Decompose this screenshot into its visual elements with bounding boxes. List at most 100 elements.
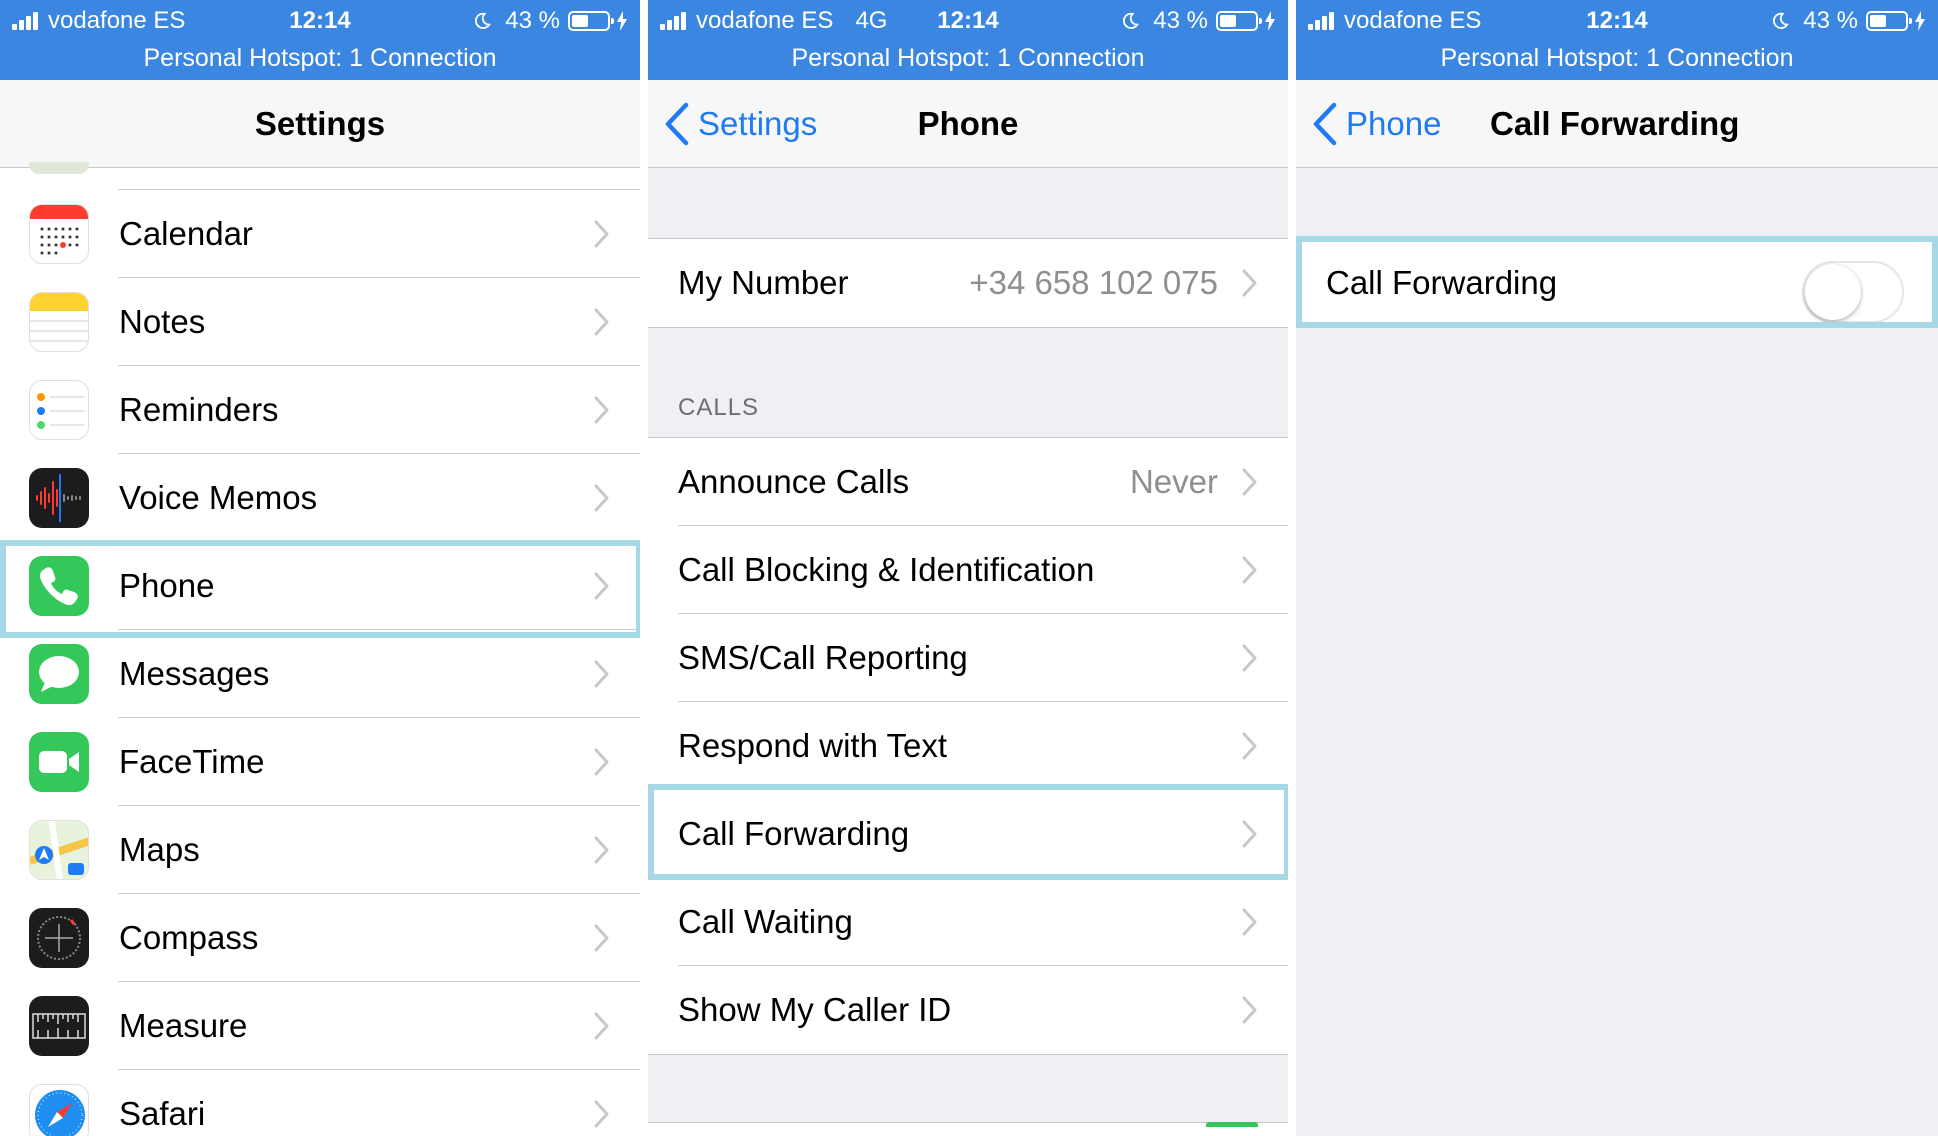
chevron-right-icon — [594, 484, 609, 512]
phone-item-label: Call Forwarding — [678, 815, 910, 852]
status-bar: vodafone ES 12:14 43 % Personal Hotspot:… — [1296, 0, 1938, 80]
phone-item-label: Call Waiting — [678, 903, 853, 940]
chevron-right-icon — [1242, 996, 1257, 1024]
settings-item-label: FaceTime — [119, 743, 265, 780]
chevron-right-icon — [1242, 556, 1257, 584]
settings-item-compass[interactable]: Compass — [0, 894, 640, 982]
phone-item-respond-with-text[interactable]: Respond with Text — [648, 702, 1288, 790]
battery-percent: 43 % — [1803, 7, 1858, 34]
nav-bar: Phone Settings — [648, 80, 1288, 168]
back-button[interactable]: Settings — [664, 80, 817, 168]
moon-icon — [1773, 12, 1790, 29]
phone-item-show-caller-id[interactable]: Show My Caller ID — [648, 966, 1288, 1054]
measure-icon — [29, 996, 89, 1056]
compass-icon — [29, 908, 89, 968]
chevron-right-icon — [594, 1100, 609, 1128]
notes-icon — [29, 292, 89, 352]
phone-item-call-blocking[interactable]: Call Blocking & Identification — [648, 526, 1288, 614]
hotspot-banner[interactable]: Personal Hotspot: 1 Connection — [648, 42, 1288, 74]
phone-item-announce-calls[interactable]: Announce Calls Never — [648, 438, 1288, 526]
chevron-left-icon — [665, 102, 689, 146]
chevron-right-icon — [594, 308, 609, 336]
settings-item-safari[interactable]: Safari — [0, 1070, 640, 1136]
charging-bolt-icon — [617, 11, 627, 31]
phone-item-label: SMS/Call Reporting — [678, 639, 968, 676]
hotspot-banner[interactable]: Personal Hotspot: 1 Connection — [1296, 42, 1938, 74]
partial-toggle — [1206, 1122, 1258, 1127]
call-forwarding-panel: vodafone ES 12:14 43 % Personal Hotspot:… — [1296, 0, 1938, 1136]
status-bar: vodafone ES 12:14 43 % Personal Hotspot:… — [0, 0, 640, 80]
toggle-knob — [1805, 264, 1861, 320]
battery-percent: 43 % — [505, 7, 560, 34]
battery-percent: 43 % — [1153, 7, 1208, 34]
battery-icon — [1866, 11, 1912, 31]
call-forwarding-row: Call Forwarding — [1296, 239, 1938, 327]
hotspot-banner[interactable]: Personal Hotspot: 1 Connection — [0, 42, 640, 74]
safari-icon — [29, 1084, 89, 1136]
moon-icon — [475, 12, 492, 29]
chevron-right-icon — [1242, 644, 1257, 672]
charging-bolt-icon — [1915, 11, 1925, 31]
settings-item-label: Notes — [119, 303, 206, 340]
page-title: Settings — [254, 105, 386, 142]
chevron-right-icon — [594, 220, 609, 248]
phone-item-label: Respond with Text — [678, 727, 948, 764]
settings-item-calendar[interactable]: Calendar — [0, 190, 640, 278]
my-number-row[interactable]: My Number +34 658 102 075 — [648, 239, 1288, 327]
chevron-right-icon — [1242, 820, 1257, 848]
chevron-right-icon — [594, 396, 609, 424]
settings-item-facetime[interactable]: FaceTime — [0, 718, 640, 806]
settings-item-maps[interactable]: Maps — [0, 806, 640, 894]
chevron-right-icon — [1242, 908, 1257, 936]
battery-icon — [568, 11, 614, 31]
settings-item-reminders[interactable]: Reminders — [0, 366, 640, 454]
chevron-right-icon — [594, 924, 609, 952]
settings-item-label: Phone — [119, 567, 215, 604]
phone-item-call-waiting[interactable]: Call Waiting — [648, 878, 1288, 966]
settings-item-label: Measure — [119, 1007, 248, 1044]
phone-item-label: Call Blocking & Identification — [678, 551, 1095, 588]
phone-item-sms-call-reporting[interactable]: SMS/Call Reporting — [648, 614, 1288, 702]
settings-list: Calendar Notes Reminders Voice Memos Pho… — [0, 190, 640, 1136]
settings-item-label: Messages — [119, 655, 270, 692]
status-right: 43 % — [1121, 6, 1276, 36]
phone-item-label: Announce Calls — [678, 463, 910, 500]
my-number-group: My Number +34 658 102 075 — [648, 238, 1288, 328]
section-header-calls: CALLS — [678, 394, 760, 421]
charging-bolt-icon — [1265, 11, 1275, 31]
call-forwarding-toggle[interactable] — [1802, 261, 1904, 323]
phone-item-value: Never — [1129, 463, 1218, 500]
chevron-right-icon — [594, 1012, 609, 1040]
calendar-icon — [29, 204, 89, 264]
phone-panel: vodafone ES 4G 12:14 43 % Personal Hotsp… — [648, 0, 1288, 1136]
chevron-right-icon — [1242, 269, 1257, 297]
status-right: 43 % — [1771, 6, 1926, 36]
back-button[interactable]: Phone — [1312, 80, 1441, 168]
settings-item-label: Voice Memos — [119, 479, 318, 516]
settings-item-notes[interactable]: Notes — [0, 278, 640, 366]
phone-item-label: Show My Caller ID — [678, 991, 952, 1028]
calls-group: Announce Calls Never Call Blocking & Ide… — [648, 437, 1288, 1055]
back-label: Settings — [698, 105, 818, 142]
voice-memos-icon — [29, 468, 89, 528]
messages-icon — [29, 644, 89, 704]
settings-item-voice-memos[interactable]: Voice Memos — [0, 454, 640, 542]
settings-item-label: Calendar — [119, 215, 253, 252]
settings-item-label: Safari — [119, 1095, 206, 1132]
chevron-right-icon — [1242, 732, 1257, 760]
settings-item-measure[interactable]: Measure — [0, 982, 640, 1070]
nav-bar: Settings — [0, 80, 640, 168]
phone-item-call-forwarding[interactable]: Call Forwarding — [648, 790, 1288, 878]
maps-icon — [29, 820, 89, 880]
settings-item-phone[interactable]: Phone — [0, 542, 640, 630]
chevron-right-icon — [1242, 468, 1257, 496]
my-number-label: My Number — [678, 264, 849, 301]
settings-item-label: Maps — [119, 831, 200, 868]
call-forwarding-group: Call Forwarding — [1296, 238, 1938, 328]
my-number-value: +34 658 102 075 — [969, 264, 1218, 301]
chevron-right-icon — [594, 572, 609, 600]
facetime-icon — [29, 732, 89, 792]
settings-item-messages[interactable]: Messages — [0, 630, 640, 718]
settings-item-label: Compass — [119, 919, 259, 956]
call-forwarding-toggle-label: Call Forwarding — [1326, 264, 1558, 301]
